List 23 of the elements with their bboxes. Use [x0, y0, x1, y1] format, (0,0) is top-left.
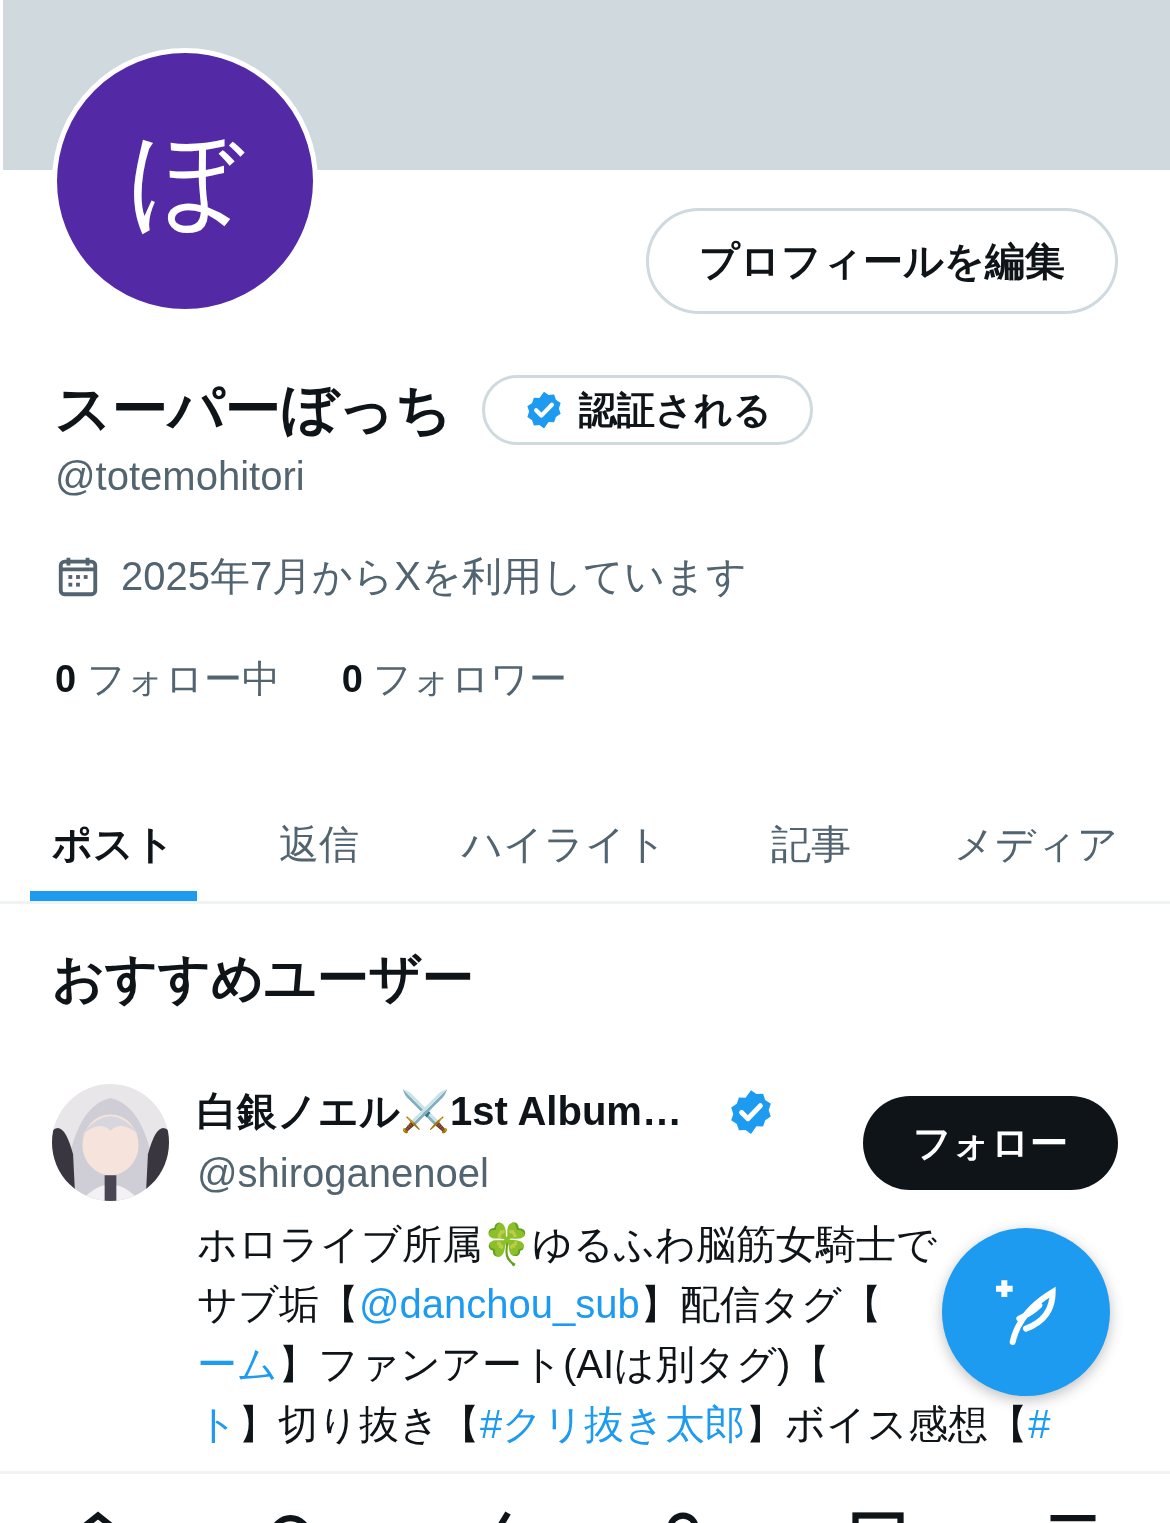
- bio-text: 】配信タグ【: [639, 1282, 882, 1326]
- bio-text: 】切り抜き【: [238, 1402, 480, 1446]
- bio-text: ホロライブ所属🍀ゆるふわ脳筋女騎士で: [197, 1222, 937, 1266]
- follow-button[interactable]: フォロー: [863, 1096, 1118, 1190]
- verify-button[interactable]: 認証される: [482, 375, 813, 445]
- user-name[interactable]: 白銀ノエル⚔1st Album…: [197, 1084, 682, 1139]
- profile-tab[interactable]: 記事: [748, 795, 873, 901]
- compose-button[interactable]: [942, 1228, 1110, 1396]
- profile-tab[interactable]: ポスト: [30, 795, 197, 901]
- display-name: スーパーぼっち: [55, 376, 452, 442]
- section-title: おすすめユーザー: [52, 948, 475, 1009]
- user-handle: @totemohitori: [55, 454, 306, 499]
- profile-tab[interactable]: ハイライト: [440, 795, 689, 901]
- bio-text: 】ファンアート(AIは別タグ)【: [278, 1342, 831, 1386]
- bio-text: サブ垢【: [197, 1282, 359, 1326]
- following-link[interactable]: 0 フォロー中: [55, 654, 280, 705]
- bio-text: 】ボイス感想【: [745, 1402, 1029, 1446]
- profile-tab[interactable]: メディア: [932, 795, 1140, 901]
- edit-profile-button[interactable]: プロフィールを編集: [646, 208, 1118, 314]
- followers-link[interactable]: 0 フォロワー: [341, 654, 568, 705]
- profile-tab[interactable]: 返信: [256, 795, 381, 901]
- join-date: 2025年7月からXを利用しています: [121, 553, 747, 600]
- user-handle: @shiroganenoel: [197, 1151, 490, 1196]
